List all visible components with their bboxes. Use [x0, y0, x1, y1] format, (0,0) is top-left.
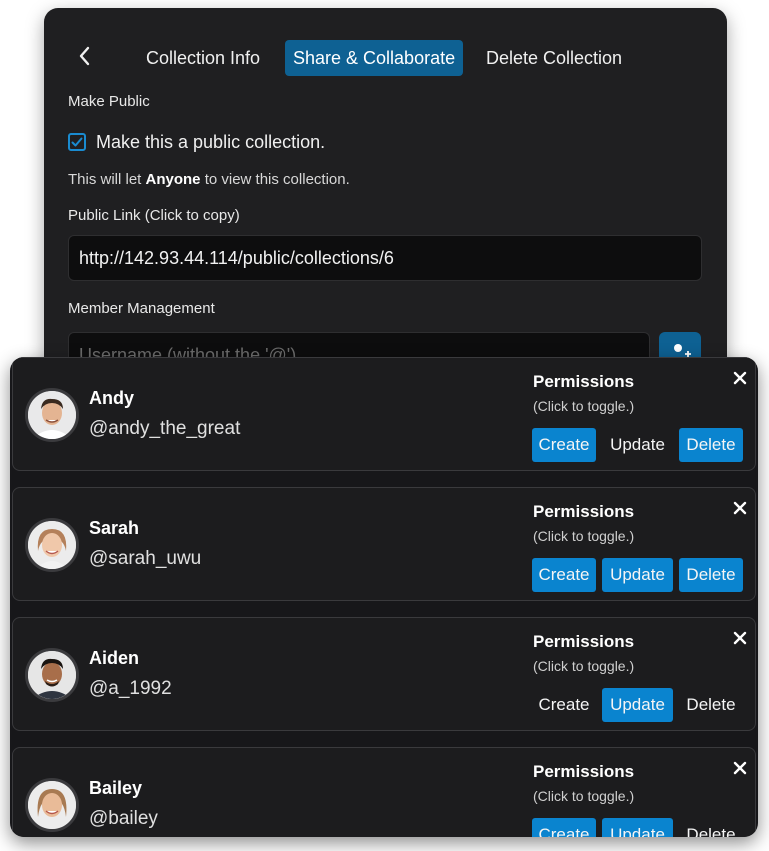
permission-create-toggle[interactable]: Create	[532, 688, 596, 722]
public-checkbox[interactable]	[68, 133, 86, 151]
permissions-hint: (Click to toggle.)	[533, 398, 635, 414]
tab-bar: Collection Info Share & Collaborate Dele…	[44, 40, 727, 76]
permission-create-toggle[interactable]: Create	[532, 428, 596, 462]
close-icon[interactable]	[732, 500, 748, 516]
permissions-title: Permissions	[533, 632, 635, 651]
public-hint: This will let Anyone to view this collec…	[68, 171, 350, 188]
close-icon[interactable]	[732, 370, 748, 386]
public-checkbox-label: Make this a public collection.	[96, 131, 326, 152]
tab-collection-info[interactable]: Collection Info	[138, 40, 268, 76]
hint-bold: Anyone	[145, 171, 201, 188]
permissions-hint: (Click to toggle.)	[533, 528, 635, 544]
public-link-label: Public Link (Click to copy)	[68, 207, 240, 224]
member-card: Andy @andy_the_great Permissions (Click …	[12, 357, 756, 471]
member-username: @bailey	[89, 808, 158, 829]
avatar	[25, 518, 79, 572]
member-username: @a_1992	[89, 678, 172, 699]
member-username: @sarah_uwu	[89, 548, 202, 569]
member-card: Bailey @bailey Permissions (Click to tog…	[12, 747, 756, 837]
tab-share-collaborate[interactable]: Share & Collaborate	[285, 40, 464, 76]
permission-create-toggle[interactable]: Create	[532, 558, 596, 592]
member-management-label: Member Management	[68, 300, 215, 317]
member-name: Bailey	[89, 778, 143, 798]
permissions-title: Permissions	[533, 762, 635, 781]
avatar	[25, 388, 79, 442]
hint-prefix: This will let	[68, 171, 146, 188]
permission-update-toggle[interactable]: Update	[602, 818, 673, 837]
permissions-hint: (Click to toggle.)	[533, 788, 635, 804]
member-list: Andy @andy_the_great Permissions (Click …	[10, 357, 758, 837]
member-name: Andy	[89, 388, 134, 408]
check-icon	[71, 137, 83, 147]
member-name: Aiden	[89, 648, 140, 668]
close-icon[interactable]	[732, 630, 748, 646]
chevron-left-icon[interactable]	[74, 44, 96, 68]
member-name: Sarah	[89, 518, 140, 538]
permission-delete-toggle[interactable]: Delete	[679, 688, 743, 722]
permission-delete-toggle[interactable]: Delete	[679, 428, 743, 462]
permission-create-toggle[interactable]: Create	[532, 818, 596, 837]
permissions-hint: (Click to toggle.)	[533, 658, 635, 674]
avatar	[25, 778, 79, 832]
public-checkbox-row: Make this a public collection.	[68, 130, 325, 154]
permission-update-toggle[interactable]: Update	[602, 428, 673, 462]
member-card: Aiden @a_1992 Permissions (Click to togg…	[12, 617, 756, 731]
hint-suffix: to view this collection.	[200, 171, 350, 188]
avatar	[25, 648, 79, 702]
permission-delete-toggle[interactable]: Delete	[679, 818, 743, 837]
public-link-field[interactable]: http://142.93.44.114/public/collections/…	[68, 235, 702, 281]
permissions-title: Permissions	[533, 502, 635, 521]
collection-settings-panel: Collection Info Share & Collaborate Dele…	[44, 8, 727, 408]
permission-update-toggle[interactable]: Update	[602, 558, 673, 592]
member-username: @andy_the_great	[89, 418, 241, 439]
permissions-title: Permissions	[533, 372, 635, 391]
permission-delete-toggle[interactable]: Delete	[679, 558, 743, 592]
permission-update-toggle[interactable]: Update	[602, 688, 673, 722]
make-public-label: Make Public	[68, 93, 150, 110]
close-icon[interactable]	[732, 760, 748, 776]
member-card: Sarah @sarah_uwu Permissions (Click to t…	[12, 487, 756, 601]
tab-delete-collection[interactable]: Delete Collection	[478, 40, 630, 76]
